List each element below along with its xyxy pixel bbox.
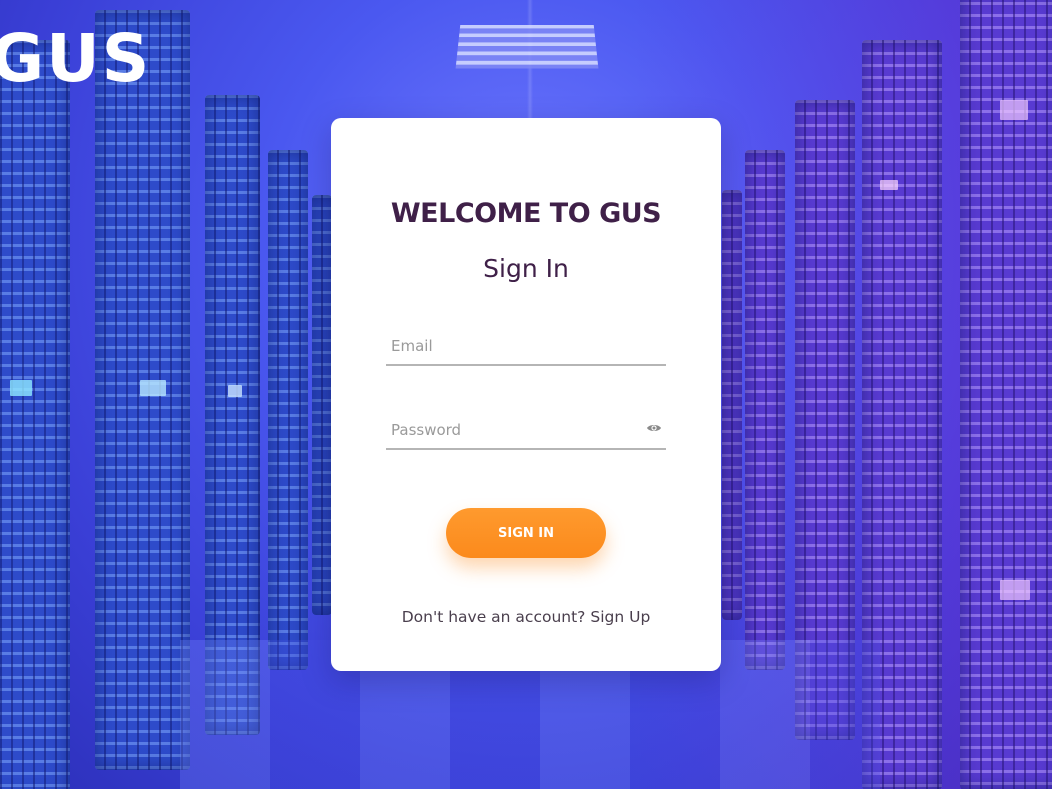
- form-subtitle: Sign In: [483, 254, 569, 283]
- eye-icon[interactable]: [646, 420, 662, 436]
- email-field-wrapper: [386, 330, 666, 366]
- indicator-light: [1000, 580, 1030, 600]
- indicator-light: [1000, 100, 1028, 120]
- indicator-light: [228, 385, 242, 397]
- indicator-light: [880, 180, 898, 190]
- signup-prompt-row: Don't have an account? Sign Up: [331, 608, 721, 626]
- server-rack: [0, 40, 70, 789]
- indicator-light: [140, 380, 166, 396]
- ceiling-light: [455, 24, 599, 69]
- server-rack: [745, 150, 785, 670]
- password-field-wrapper: [386, 414, 666, 450]
- login-card: WELCOME TO GUS Sign In SIGN IN Don't hav…: [331, 118, 721, 671]
- indicator-light: [10, 380, 32, 396]
- email-field[interactable]: [386, 330, 666, 362]
- signup-prompt-text: Don't have an account?: [401, 608, 586, 626]
- brand-logo: GUS: [0, 20, 152, 97]
- server-rack: [268, 150, 308, 670]
- sign-up-link[interactable]: Sign Up: [590, 608, 650, 626]
- server-rack: [722, 190, 742, 620]
- password-field[interactable]: [386, 414, 666, 446]
- server-rack: [205, 95, 260, 735]
- page-title: WELCOME TO GUS: [390, 198, 662, 229]
- sign-in-button[interactable]: SIGN IN: [446, 508, 606, 558]
- server-rack: [312, 195, 332, 615]
